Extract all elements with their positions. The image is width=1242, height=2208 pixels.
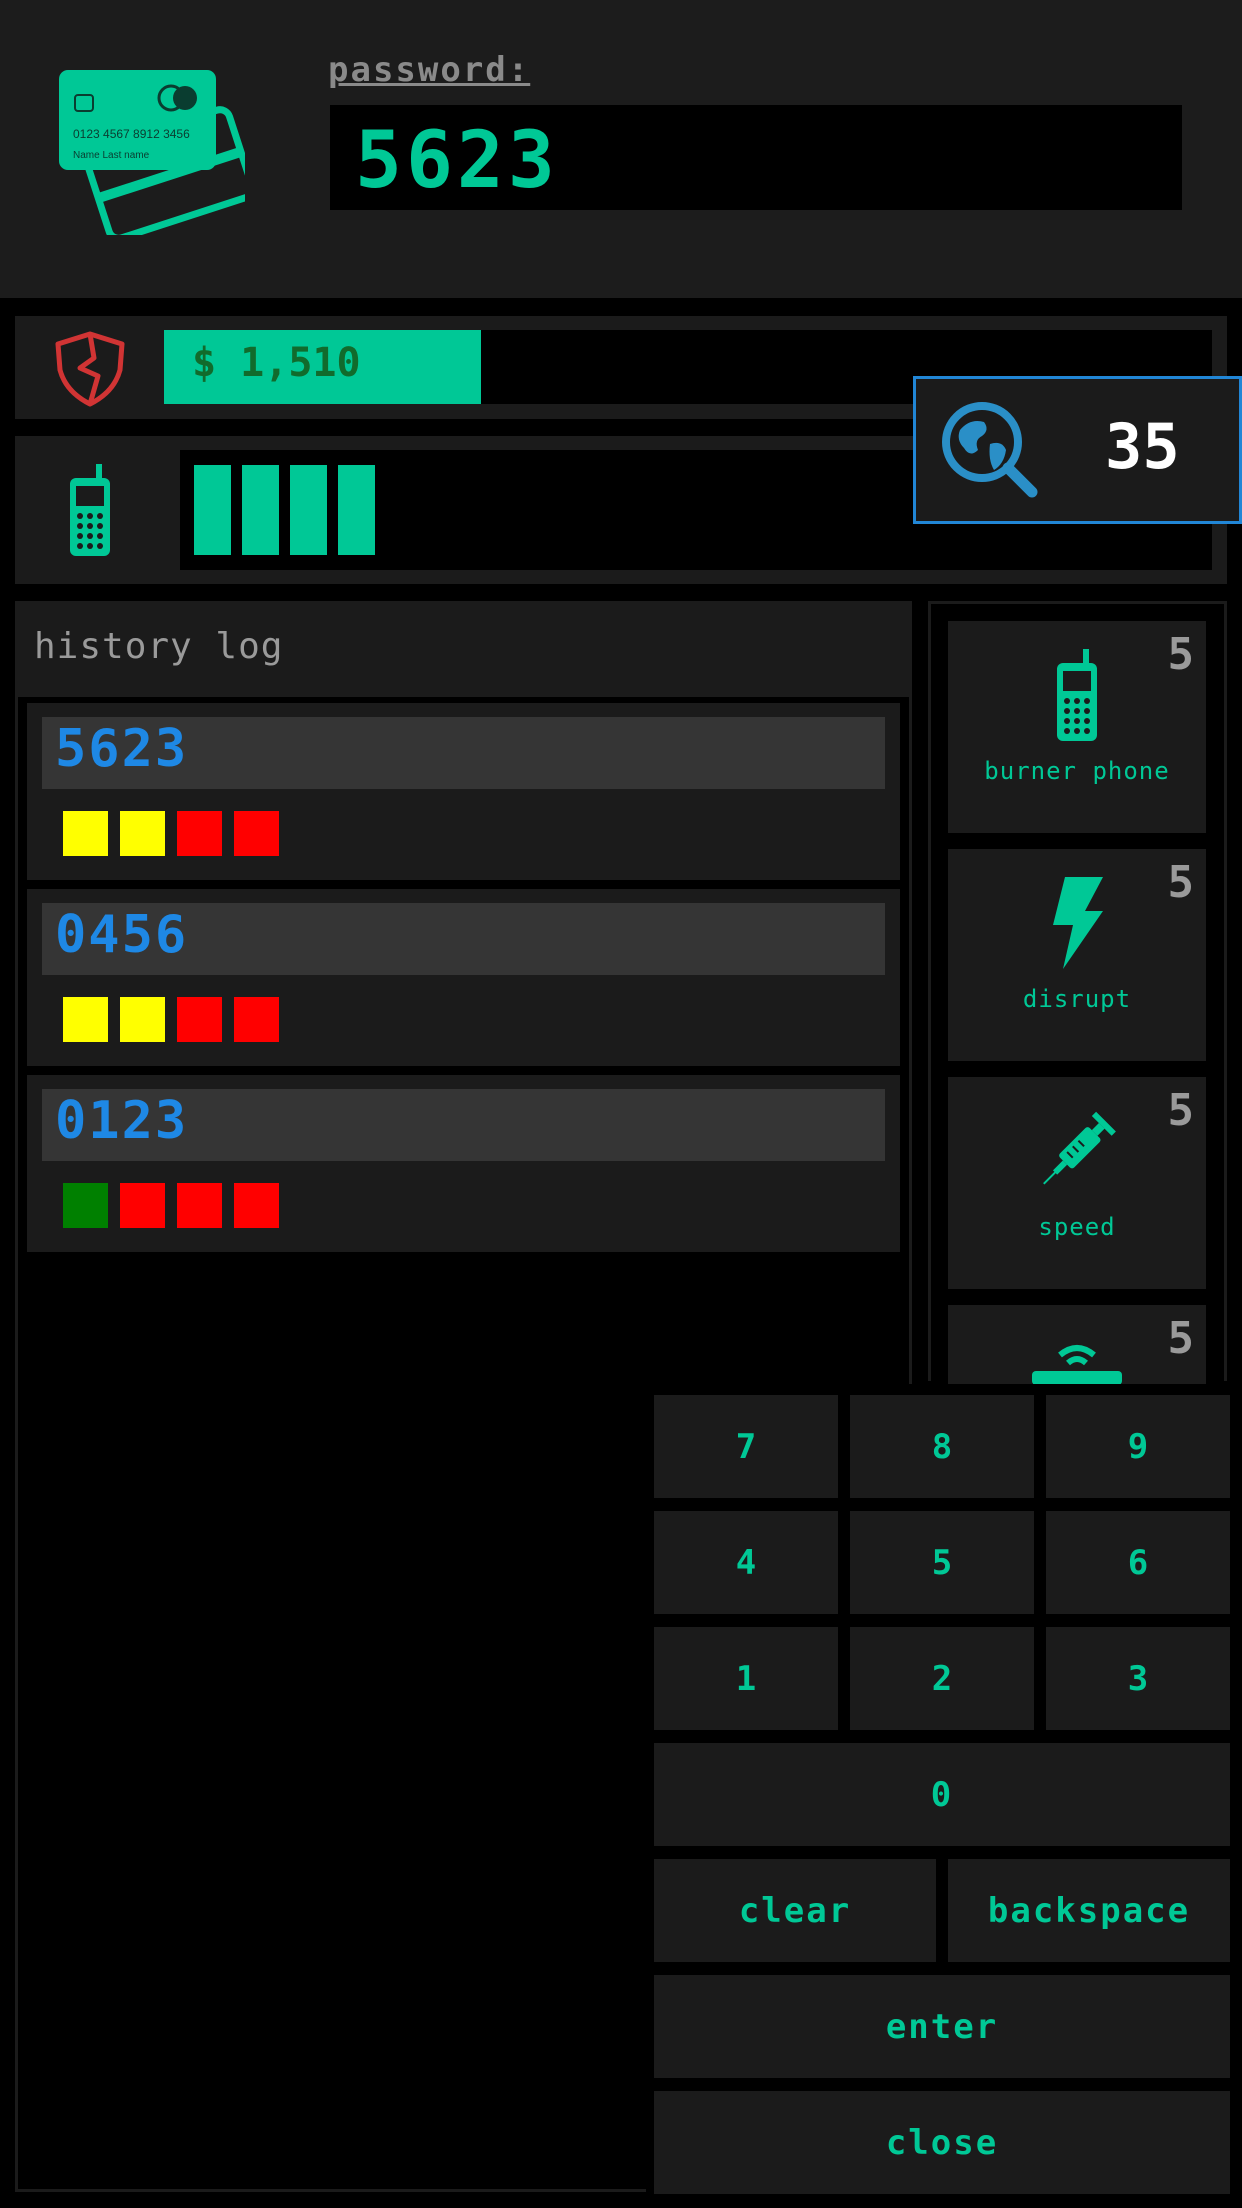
shield-icon [52,328,128,408]
history-mark-green [63,1183,108,1228]
history-mark-yellow [63,811,108,856]
key-4[interactable]: 4 [654,1511,838,1614]
history-entry-code: 5623 [55,719,189,779]
history-mark-red [177,811,222,856]
key-6[interactable]: 6 [1046,1511,1230,1614]
phone-icon [948,649,1206,747]
password-value: 5623 [355,116,559,206]
credit-card-icon: 0123 4567 8912 3456 Name Last name [55,65,256,242]
key-3[interactable]: 3 [1046,1627,1230,1730]
history-log-title: history log [34,626,284,667]
history-mark-red [234,811,279,856]
item-speed[interactable]: 5 speed [948,1077,1206,1289]
search-counter-value: 35 [1105,410,1180,483]
history-mark-red [177,1183,222,1228]
money-amount: $ 1,510 [192,340,361,386]
signal-bar [338,465,375,555]
history-entry: 0456 [27,889,900,1066]
enter-button[interactable]: enter [654,1975,1230,2078]
lightning-icon [948,877,1206,973]
history-mark-yellow [120,997,165,1042]
phone-icon [66,464,114,558]
backspace-button[interactable]: backspace [948,1859,1230,1962]
history-mark-red [177,997,222,1042]
divider [15,691,912,697]
history-entry: 0123 [27,1075,900,1252]
password-label: password: [328,50,531,90]
history-entry-code: 0456 [55,905,189,965]
history-entry-code: 0123 [55,1091,189,1151]
svg-text:0123 4567 8912 3456: 0123 4567 8912 3456 [73,127,190,141]
item-label: burner phone [984,757,1170,785]
key-9[interactable]: 9 [1046,1395,1230,1498]
item-label: disrupt [1022,985,1132,1013]
key-2[interactable]: 2 [850,1627,1034,1730]
signal-bar [290,465,327,555]
history-mark-yellow [120,811,165,856]
history-entry: 5623 [27,703,900,880]
signal-bar [242,465,279,555]
history-mark-red [234,1183,279,1228]
key-0[interactable]: 0 [654,1743,1230,1846]
key-8[interactable]: 8 [850,1395,1034,1498]
history-mark-red [120,1183,165,1228]
item-disrupt[interactable]: 5 disrupt [948,849,1206,1061]
item-burner-phone[interactable]: 5 burner phone [948,621,1206,833]
syringe-icon [948,1107,1206,1201]
key-7[interactable]: 7 [654,1395,838,1498]
key-1[interactable]: 1 [654,1627,838,1730]
item-router[interactable]: 5 [948,1305,1206,1384]
globe-search-icon [940,400,1040,500]
history-mark-red [234,997,279,1042]
router-icon [948,1341,1206,1384]
item-label: speed [1038,1213,1116,1241]
clear-button[interactable]: clear [654,1859,936,1962]
signal-bar [194,465,231,555]
history-mark-yellow [63,997,108,1042]
key-5[interactable]: 5 [850,1511,1034,1614]
close-button[interactable]: close [654,2091,1230,2194]
svg-text:Name Last name: Name Last name [73,150,150,161]
